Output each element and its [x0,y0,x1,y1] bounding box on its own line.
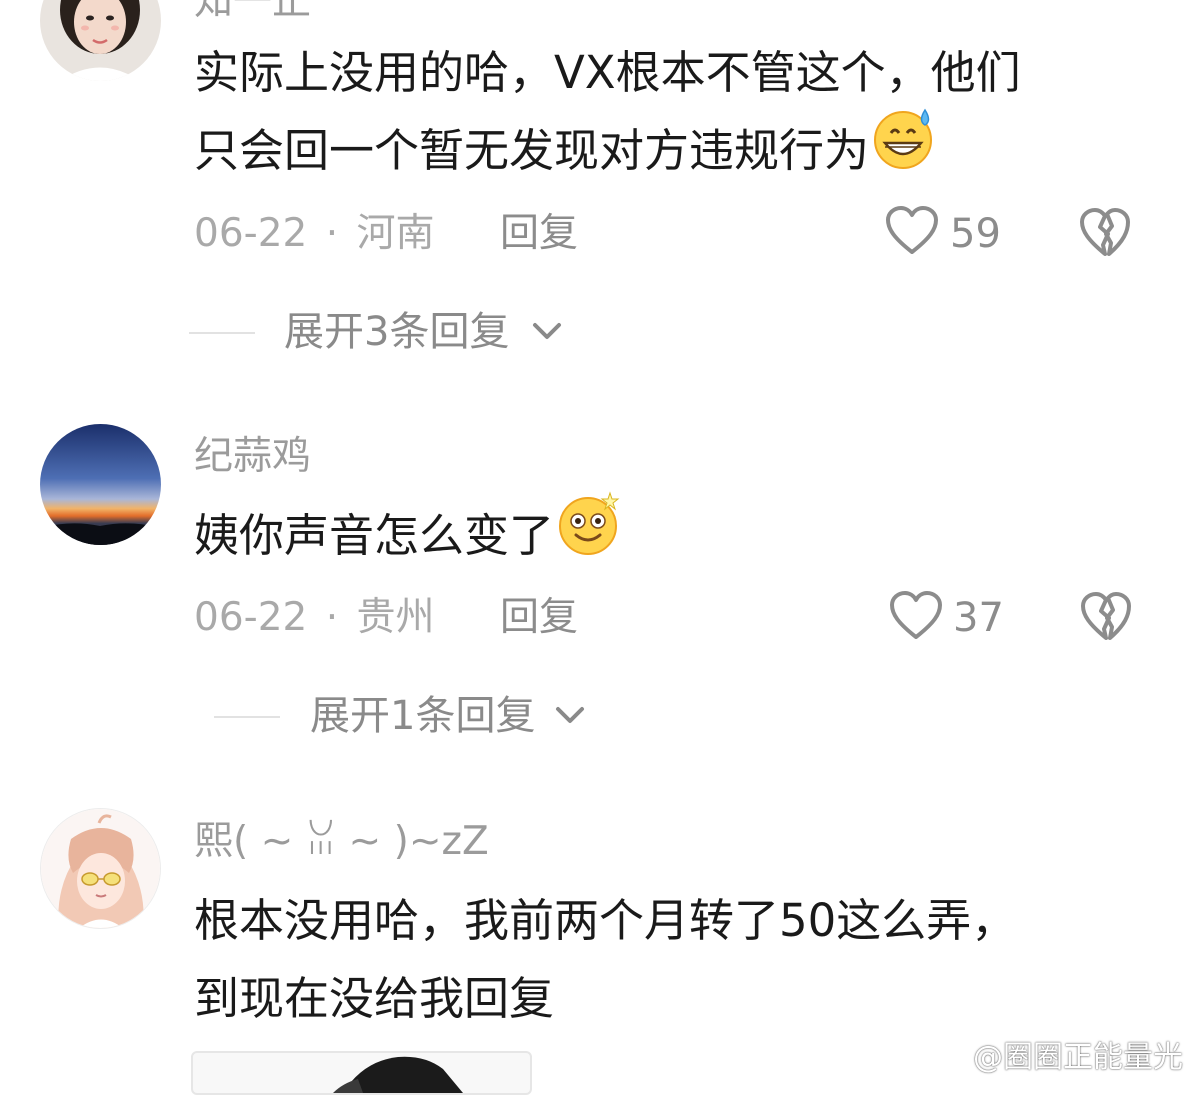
expand-replies-label: 展开3条回复 [284,309,510,355]
meta-separator: · [325,211,339,256]
heart-icon[interactable] [888,590,944,646]
reply-button[interactable]: 回复 [500,598,578,637]
expand-replies-button[interactable]: 展开3条回复 [189,308,589,358]
comment-line: 姨你声音怎么变了 [194,491,622,579]
weibo-icon [927,1033,969,1075]
divider [189,332,255,334]
expand-replies-label: 展开1条回复 [310,693,536,739]
watermark: @圈圈正能量光 [927,1032,1183,1076]
comment-text: 姨你声音怎么变了 [194,491,622,579]
comment-line: 到现在没给我回复 [194,972,555,1025]
comment-image[interactable] [191,1051,532,1095]
expand-replies-button[interactable]: 展开1条回复 [214,692,614,742]
username[interactable]: 熙( ~ ꈍ ~ )~zZ [194,822,489,861]
chevron-down-icon [556,707,584,723]
avatar[interactable] [40,0,161,81]
heart-icon[interactable] [884,205,940,261]
like-count: 37 [953,595,1004,641]
comment-text: 实际上没用的哈，VX根本不管这个，他们 只会回一个暂无发现对方违规行为 [194,34,1021,193]
comment-line: 实际上没用的哈，VX根本不管这个，他们 [194,46,1021,99]
like-count: 59 [950,211,1001,257]
broken-heart-icon[interactable] [1079,591,1133,647]
comment-date: 06-22 [194,211,308,256]
meta-separator: · [325,595,339,640]
divider [214,716,280,718]
broken-heart-icon[interactable] [1078,207,1132,263]
comment-line: 根本没用哈，我前两个月转了50这么弄， [194,894,1017,947]
dizzy-smile-emoji-icon [556,491,622,579]
comment-location: 贵州 [356,595,435,640]
comment-meta: 06-22 · 贵州 [194,598,435,637]
watermark-text: @圈圈正能量光 [973,1040,1183,1075]
username[interactable]: 知一正 [194,0,311,21]
avatar[interactable] [40,424,161,545]
chevron-down-icon [533,323,561,339]
reply-button[interactable]: 回复 [500,214,578,253]
comment-line: 只会回一个暂无发现对方违规行为 [194,108,1021,193]
comment-date: 06-22 [194,595,308,640]
username[interactable]: 纪蒜鸡 [194,437,311,476]
comment-location: 河南 [356,211,435,256]
grinning-sweat-emoji-icon [871,107,937,193]
avatar[interactable] [40,808,161,929]
comment-text: 根本没用哈，我前两个月转了50这么弄， 到现在没给我回复 [194,882,1016,1038]
comment-meta: 06-22 · 河南 [194,214,435,253]
